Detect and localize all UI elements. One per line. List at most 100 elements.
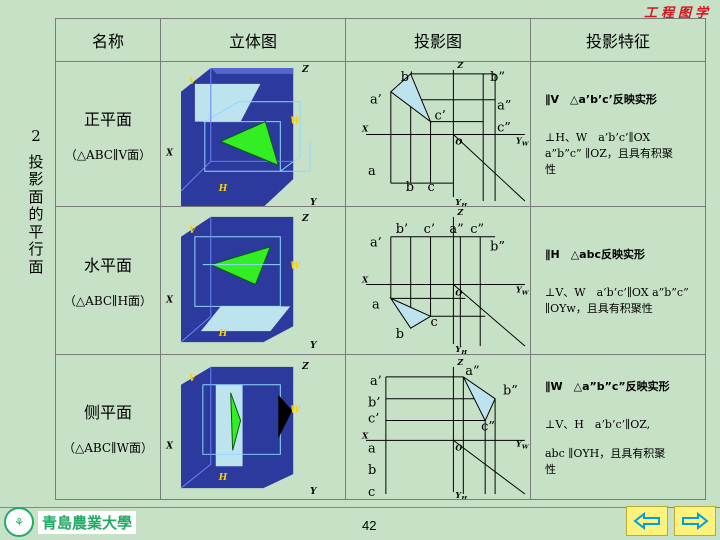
- plane-name: 侧平面: [83, 402, 132, 422]
- feature-line: 性: [545, 163, 556, 176]
- label-x: X: [361, 125, 369, 134]
- table-row: 正平面 （△ABC∥V面） V W H X Y Z Z X O Y W Y H …: [55, 61, 706, 207]
- label-bp: b’: [368, 396, 380, 411]
- label-o: O: [455, 443, 462, 452]
- label-app: a”: [497, 99, 511, 114]
- label-yw-sub: W: [522, 140, 530, 147]
- axis-diagonal: [453, 284, 526, 347]
- cube-label-v: V: [189, 77, 197, 87]
- feature-line: 性: [545, 462, 556, 476]
- label-a: a: [368, 164, 376, 179]
- projection-cell: Z X O Y W Y H a’ b’ c’ a” b” c” a b c: [345, 354, 531, 500]
- section-char: 的: [28, 205, 44, 223]
- cube-figure: V W H X Y Z: [165, 214, 318, 351]
- header-name: 名称: [55, 18, 161, 62]
- projection-figure: Z X O Y W Y H b’ b” a’ a” c’ c” a b c: [361, 62, 530, 206]
- label-bpp: b”: [503, 384, 518, 399]
- nav-buttons: [626, 506, 716, 536]
- page-number: 42: [362, 518, 377, 533]
- projection-cell: Z X O Y W Y H b’ b” a’ a” c’ c” a b c: [345, 61, 531, 207]
- cube-label-z: Z: [301, 65, 309, 75]
- cube-label-w: W: [290, 406, 301, 416]
- cube-top: [210, 67, 294, 74]
- plane-name-cell: 水平面 （△ABC∥H面）: [55, 206, 161, 355]
- feature-line: ⊥V、W a’b’c’∥OX a”b”c”: [545, 285, 689, 299]
- label-z: Z: [456, 208, 464, 217]
- feature-line: ∥OYw，且具有积聚性: [545, 301, 653, 315]
- header-feature: 投影特征: [530, 18, 706, 62]
- plane-sub: （△ABC∥W面）: [63, 440, 153, 455]
- section-char: 平: [28, 222, 44, 241]
- cube-label-y: Y: [310, 341, 318, 351]
- label-bpp: b”: [490, 70, 505, 85]
- label-bp: b’: [396, 222, 408, 237]
- solid-cell: V W H X Y Z: [160, 354, 346, 500]
- feature-cell: ∥V △a’b’c’反映实形 ⊥H、W a’b’c’∥OX a”b”c” ∥OZ…: [530, 61, 706, 207]
- plane-sub: （△ABC∥H面）: [63, 294, 153, 308]
- university-logo: ⚘ 青島農業大學: [4, 507, 137, 537]
- label-cpp: c”: [470, 222, 484, 237]
- label-yw-sub: W: [522, 289, 530, 296]
- cube-figure: V W H X Y Z: [165, 65, 318, 206]
- label-c: c: [368, 485, 375, 499]
- cube-label-z: Z: [301, 362, 309, 372]
- label-o: O: [455, 137, 462, 146]
- projection-cell: Z X O Y W Y H a’ b’ c’ a” c” b” a b c: [345, 206, 531, 355]
- cube-label-x: X: [165, 441, 174, 451]
- label-o: O: [455, 288, 462, 297]
- section-number: 2: [31, 127, 41, 145]
- next-arrow-icon: [682, 512, 709, 530]
- label-bp: b’: [401, 70, 413, 85]
- feature-line: ⊥H、W a’b’c’∥OX: [545, 131, 651, 144]
- cube-label-v: V: [189, 374, 197, 384]
- label-b: b: [368, 463, 376, 478]
- next-button[interactable]: [674, 506, 716, 536]
- cube-label-v: V: [189, 226, 197, 236]
- label-yh-sub: H: [460, 349, 467, 354]
- prev-arrow-icon: [633, 512, 660, 530]
- projection-figure: Z X O Y W Y H a’ b’ c’ a” c” b” a b c: [361, 208, 530, 354]
- seal-icon: ⚘: [4, 507, 34, 537]
- plane-name-cell: 侧平面 （△ABC∥W面）: [55, 354, 161, 500]
- feature-cell: ∥H △abc反映实形 ⊥V、W a’b’c’∥OX a”b”c” ∥OYw，且…: [530, 206, 706, 355]
- label-x: X: [361, 431, 369, 440]
- label-yh-sub: H: [460, 202, 467, 206]
- feature-line: ⊥V、H a’b’c’∥OZ,: [545, 417, 651, 431]
- label-ap: a’: [370, 374, 382, 389]
- label-cpp: c”: [481, 419, 495, 434]
- feature-line: a”b”c” ∥OZ，且具有积聚: [545, 147, 673, 160]
- cube-figure: V W H X Y Z: [165, 362, 318, 497]
- plane-name-cell: 正平面 （△ABC∥V面）: [55, 61, 161, 207]
- cube-label-w: W: [290, 117, 301, 127]
- header-solid: 立体图: [160, 18, 346, 62]
- label-ap: a’: [370, 93, 382, 108]
- axis-diagonal: [453, 440, 526, 495]
- label-cp: c’: [435, 109, 446, 124]
- label-b: b: [396, 327, 404, 342]
- solid-cell: V W H X Y Z: [160, 206, 346, 355]
- label-a: a: [372, 297, 380, 312]
- cube-label-h: H: [218, 329, 228, 339]
- axis-diagonal: [453, 134, 526, 202]
- label-z: Z: [456, 358, 464, 367]
- label-app: a”: [465, 364, 479, 379]
- cube-label-y: Y: [310, 198, 318, 206]
- label-yh-sub: H: [460, 495, 467, 499]
- prev-button[interactable]: [626, 506, 668, 536]
- cube-label-z: Z: [301, 214, 309, 224]
- solid-cell: V W H X Y Z: [160, 61, 346, 207]
- plane-name: 正平面: [83, 109, 132, 129]
- cube-label-x: X: [165, 148, 174, 158]
- label-bpp: b”: [490, 240, 505, 255]
- label-c: c: [428, 180, 435, 195]
- label-ap: a’: [370, 236, 382, 251]
- label-z: Z: [456, 62, 464, 70]
- projection-figure: Z X O Y W Y H a’ b’ c’ a” b” c” a b c: [361, 358, 530, 499]
- table-row: 水平面 （△ABC∥H面） V W H X Y Z Z X O Y W Y H …: [55, 206, 706, 355]
- section-char: 投: [28, 152, 44, 171]
- cube-label-h: H: [218, 184, 228, 194]
- feature-line: ∥H △abc反映实形: [545, 247, 645, 261]
- label-yw-sub: W: [522, 443, 530, 450]
- cube-label-x: X: [165, 295, 174, 305]
- label-c: c: [431, 315, 438, 330]
